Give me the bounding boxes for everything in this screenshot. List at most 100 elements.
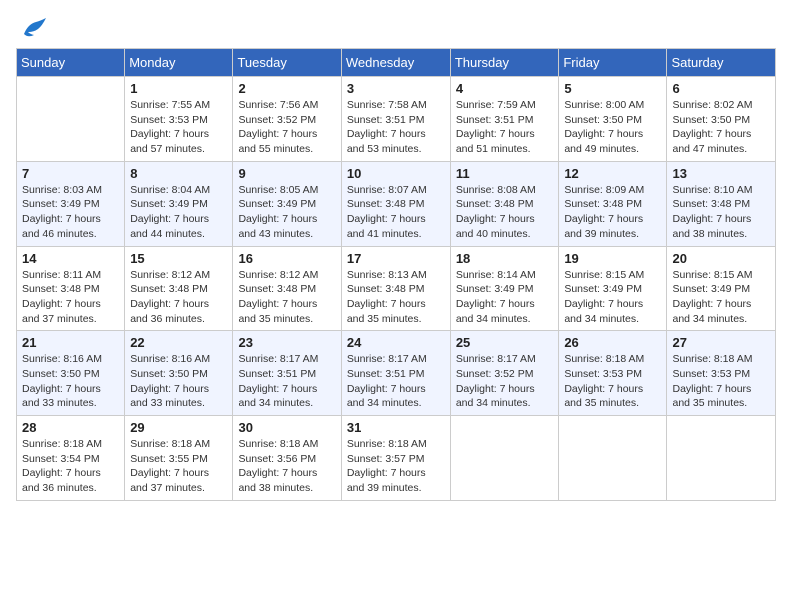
calendar-cell: 25 Sunrise: 8:17 AMSunset: 3:52 PMDayligh… — [450, 331, 559, 416]
day-number: 11 — [456, 166, 554, 181]
day-info: Sunrise: 8:16 AMSunset: 3:50 PMDaylight:… — [130, 352, 227, 411]
calendar-cell: 13 Sunrise: 8:10 AMSunset: 3:48 PMDayligh… — [667, 161, 776, 246]
day-info: Sunrise: 7:58 AMSunset: 3:51 PMDaylight:… — [347, 98, 445, 157]
day-number: 21 — [22, 335, 119, 350]
day-info: Sunrise: 8:13 AMSunset: 3:48 PMDaylight:… — [347, 268, 445, 327]
day-number: 27 — [672, 335, 770, 350]
day-info: Sunrise: 8:18 AMSunset: 3:53 PMDaylight:… — [564, 352, 661, 411]
day-info: Sunrise: 7:59 AMSunset: 3:51 PMDaylight:… — [456, 98, 554, 157]
day-number: 15 — [130, 251, 227, 266]
day-info: Sunrise: 7:55 AMSunset: 3:53 PMDaylight:… — [130, 98, 227, 157]
day-info: Sunrise: 8:08 AMSunset: 3:48 PMDaylight:… — [456, 183, 554, 242]
calendar-cell: 10 Sunrise: 8:07 AMSunset: 3:48 PMDayligh… — [341, 161, 450, 246]
calendar-cell: 28 Sunrise: 8:18 AMSunset: 3:54 PMDayligh… — [17, 416, 125, 501]
calendar-header-row: SundayMondayTuesdayWednesdayThursdayFrid… — [17, 49, 776, 77]
calendar-cell: 23 Sunrise: 8:17 AMSunset: 3:51 PMDayligh… — [233, 331, 341, 416]
day-info: Sunrise: 8:17 AMSunset: 3:51 PMDaylight:… — [347, 352, 445, 411]
day-number: 2 — [238, 81, 335, 96]
calendar-cell: 6 Sunrise: 8:02 AMSunset: 3:50 PMDaylight… — [667, 77, 776, 162]
calendar-cell: 11 Sunrise: 8:08 AMSunset: 3:48 PMDayligh… — [450, 161, 559, 246]
day-number: 9 — [238, 166, 335, 181]
day-number: 1 — [130, 81, 227, 96]
calendar-cell: 12 Sunrise: 8:09 AMSunset: 3:48 PMDayligh… — [559, 161, 667, 246]
day-info: Sunrise: 8:09 AMSunset: 3:48 PMDaylight:… — [564, 183, 661, 242]
calendar-header-wednesday: Wednesday — [341, 49, 450, 77]
calendar-cell — [559, 416, 667, 501]
day-number: 13 — [672, 166, 770, 181]
calendar-cell: 31 Sunrise: 8:18 AMSunset: 3:57 PMDayligh… — [341, 416, 450, 501]
calendar-cell: 19 Sunrise: 8:15 AMSunset: 3:49 PMDayligh… — [559, 246, 667, 331]
calendar-cell: 24 Sunrise: 8:17 AMSunset: 3:51 PMDayligh… — [341, 331, 450, 416]
calendar-cell — [450, 416, 559, 501]
day-number: 30 — [238, 420, 335, 435]
calendar-cell: 29Sunrise: 8:18 AMSunset: 3:55 PMDayligh… — [125, 416, 233, 501]
day-info: Sunrise: 8:18 AMSunset: 3:54 PMDaylight:… — [22, 437, 119, 496]
day-info: Sunrise: 8:12 AMSunset: 3:48 PMDaylight:… — [238, 268, 335, 327]
day-info: Sunrise: 8:14 AMSunset: 3:49 PMDaylight:… — [456, 268, 554, 327]
calendar-cell: 22 Sunrise: 8:16 AMSunset: 3:50 PMDayligh… — [125, 331, 233, 416]
calendar-header-friday: Friday — [559, 49, 667, 77]
day-number: 28 — [22, 420, 119, 435]
calendar-cell: 17 Sunrise: 8:13 AMSunset: 3:48 PMDayligh… — [341, 246, 450, 331]
day-info: Sunrise: 8:02 AMSunset: 3:50 PMDaylight:… — [672, 98, 770, 157]
day-info: Sunrise: 8:18 AMSunset: 3:56 PMDaylight:… — [238, 437, 335, 496]
calendar-cell: 14Sunrise: 8:11 AMSunset: 3:48 PMDayligh… — [17, 246, 125, 331]
day-number: 31 — [347, 420, 445, 435]
day-number: 10 — [347, 166, 445, 181]
day-info: Sunrise: 8:12 AMSunset: 3:48 PMDaylight:… — [130, 268, 227, 327]
calendar-cell — [17, 77, 125, 162]
day-number: 25 — [456, 335, 554, 350]
day-info: Sunrise: 8:15 AMSunset: 3:49 PMDaylight:… — [672, 268, 770, 327]
logo-bird-icon — [20, 16, 48, 40]
day-number: 3 — [347, 81, 445, 96]
day-info: Sunrise: 8:10 AMSunset: 3:48 PMDaylight:… — [672, 183, 770, 242]
day-number: 20 — [672, 251, 770, 266]
calendar-header-saturday: Saturday — [667, 49, 776, 77]
day-info: Sunrise: 8:05 AMSunset: 3:49 PMDaylight:… — [238, 183, 335, 242]
calendar-cell: 5 Sunrise: 8:00 AMSunset: 3:50 PMDaylight… — [559, 77, 667, 162]
day-info: Sunrise: 8:17 AMSunset: 3:52 PMDaylight:… — [456, 352, 554, 411]
calendar-week-row: 21 Sunrise: 8:16 AMSunset: 3:50 PMDayligh… — [17, 331, 776, 416]
calendar-cell: 4Sunrise: 7:59 AMSunset: 3:51 PMDaylight… — [450, 77, 559, 162]
day-info: Sunrise: 8:15 AMSunset: 3:49 PMDaylight:… — [564, 268, 661, 327]
calendar-table: SundayMondayTuesdayWednesdayThursdayFrid… — [16, 48, 776, 501]
calendar-header-thursday: Thursday — [450, 49, 559, 77]
day-info: Sunrise: 8:18 AMSunset: 3:55 PMDaylight:… — [130, 437, 227, 496]
calendar-week-row: 7 Sunrise: 8:03 AMSunset: 3:49 PMDaylight… — [17, 161, 776, 246]
day-info: Sunrise: 8:17 AMSunset: 3:51 PMDaylight:… — [238, 352, 335, 411]
day-info: Sunrise: 8:18 AMSunset: 3:57 PMDaylight:… — [347, 437, 445, 496]
day-number: 18 — [456, 251, 554, 266]
page-header — [16, 16, 776, 40]
calendar-header-sunday: Sunday — [17, 49, 125, 77]
calendar-header-tuesday: Tuesday — [233, 49, 341, 77]
calendar-cell: 21 Sunrise: 8:16 AMSunset: 3:50 PMDayligh… — [17, 331, 125, 416]
calendar-cell: 20 Sunrise: 8:15 AMSunset: 3:49 PMDayligh… — [667, 246, 776, 331]
day-number: 19 — [564, 251, 661, 266]
day-info: Sunrise: 8:16 AMSunset: 3:50 PMDaylight:… — [22, 352, 119, 411]
day-number: 26 — [564, 335, 661, 350]
day-info: Sunrise: 8:03 AMSunset: 3:49 PMDaylight:… — [22, 183, 119, 242]
day-number: 12 — [564, 166, 661, 181]
day-number: 17 — [347, 251, 445, 266]
day-number: 14 — [22, 251, 119, 266]
day-info: Sunrise: 7:56 AMSunset: 3:52 PMDaylight:… — [238, 98, 335, 157]
calendar-cell: 1 Sunrise: 7:55 AMSunset: 3:53 PMDaylight… — [125, 77, 233, 162]
logo — [16, 16, 48, 40]
calendar-cell: 18 Sunrise: 8:14 AMSunset: 3:49 PMDayligh… — [450, 246, 559, 331]
calendar-cell: 26 Sunrise: 8:18 AMSunset: 3:53 PMDayligh… — [559, 331, 667, 416]
calendar-cell: 8Sunrise: 8:04 AMSunset: 3:49 PMDaylight… — [125, 161, 233, 246]
day-number: 7 — [22, 166, 119, 181]
calendar-cell: 9 Sunrise: 8:05 AMSunset: 3:49 PMDaylight… — [233, 161, 341, 246]
calendar-cell: 16Sunrise: 8:12 AMSunset: 3:48 PMDayligh… — [233, 246, 341, 331]
day-number: 5 — [564, 81, 661, 96]
day-info: Sunrise: 8:18 AMSunset: 3:53 PMDaylight:… — [672, 352, 770, 411]
day-number: 23 — [238, 335, 335, 350]
day-info: Sunrise: 8:00 AMSunset: 3:50 PMDaylight:… — [564, 98, 661, 157]
day-number: 24 — [347, 335, 445, 350]
day-info: Sunrise: 8:07 AMSunset: 3:48 PMDaylight:… — [347, 183, 445, 242]
day-number: 6 — [672, 81, 770, 96]
calendar-week-row: 1 Sunrise: 7:55 AMSunset: 3:53 PMDaylight… — [17, 77, 776, 162]
calendar-cell: 7 Sunrise: 8:03 AMSunset: 3:49 PMDaylight… — [17, 161, 125, 246]
day-number: 22 — [130, 335, 227, 350]
day-number: 8 — [130, 166, 227, 181]
